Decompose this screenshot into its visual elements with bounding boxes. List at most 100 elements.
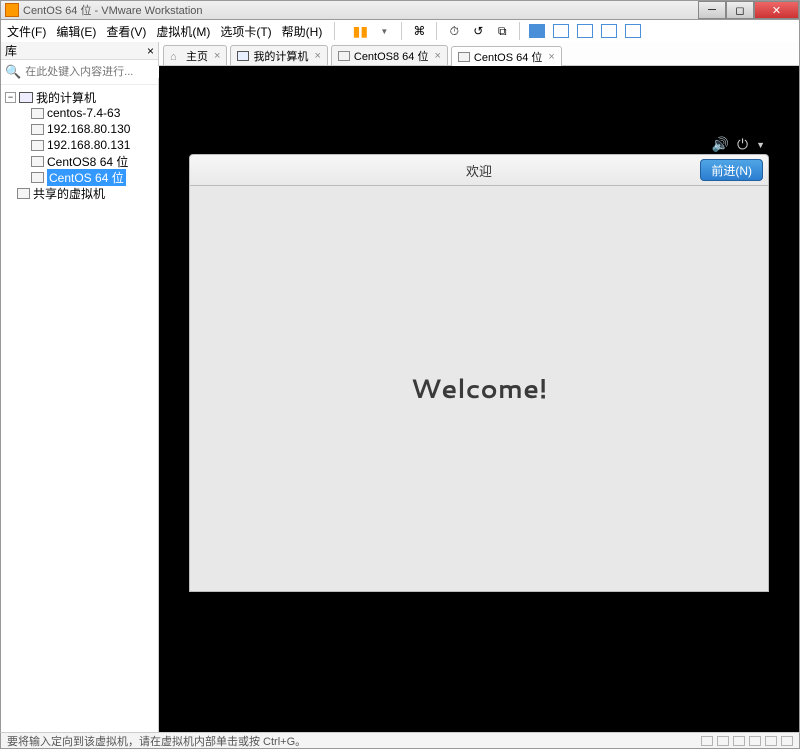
separator (519, 22, 520, 40)
content-area: ⌂ 主页 × 我的计算机 × CentOS8 64 位 × CentOS 64 … (159, 42, 799, 732)
guest-header-bar: 欢迎 前进(N) (189, 154, 769, 186)
main-area: 库 × 🔍 ▼ − 我的计算机 centos-7.4-63 192.168.80… (0, 42, 800, 732)
thumbnail-button[interactable] (600, 22, 618, 40)
collapse-icon[interactable]: − (5, 92, 16, 103)
vm-icon (31, 156, 44, 167)
sidebar: 库 × 🔍 ▼ − 我的计算机 centos-7.4-63 192.168.80… (1, 42, 159, 732)
tree-root-label: 我的计算机 (36, 89, 96, 106)
menu-vm[interactable]: 虚拟机(M) (156, 23, 210, 40)
device-icon[interactable] (733, 736, 745, 746)
guest-header-title: 欢迎 (466, 161, 492, 180)
maximize-button[interactable]: ◻ (726, 1, 754, 19)
vm-icon (31, 124, 44, 135)
tab-home[interactable]: ⌂ 主页 × (163, 45, 227, 65)
power-icon[interactable]: ⏻ (737, 136, 748, 153)
computer-icon (237, 51, 249, 61)
menu-tabs[interactable]: 选项卡(T) (220, 23, 271, 40)
vm-console[interactable]: 🔊 ⏻ ▼ 欢迎 前进(N) Welcome! (159, 66, 799, 732)
tab-centos-active[interactable]: CentOS 64 位 × (451, 46, 562, 66)
vm-icon (338, 51, 350, 61)
shared-icon (17, 188, 30, 199)
tree-vm-label: CentOS 64 位 (47, 169, 126, 186)
device-icon[interactable] (701, 736, 713, 746)
revert-button[interactable]: ↺ (469, 22, 487, 40)
window-title: CentOS 64 位 - VMware Workstation (23, 2, 203, 18)
sidebar-title: 库 (5, 42, 17, 59)
guest-screen: 🔊 ⏻ ▼ 欢迎 前进(N) Welcome! (189, 154, 769, 654)
snapshot-button[interactable]: ⏱ (445, 22, 463, 40)
computer-icon (19, 92, 33, 103)
snapshot-manager-button[interactable]: ⧉ (493, 22, 511, 40)
next-button-label: 前进(N) (711, 162, 752, 179)
close-button[interactable]: ✕ (754, 1, 799, 19)
fullscreen-button[interactable] (528, 22, 546, 40)
tree-vm-label: 192.168.80.130 (47, 122, 130, 136)
tree-vm-label: CentOS8 64 位 (47, 153, 128, 170)
tree-root-my-computer[interactable]: − 我的计算机 (3, 89, 156, 105)
device-icon[interactable] (765, 736, 777, 746)
app-icon (5, 3, 19, 17)
console-view-button[interactable] (576, 22, 594, 40)
sidebar-close-icon[interactable]: × (147, 44, 154, 58)
chevron-down-icon[interactable]: ▼ (756, 140, 765, 150)
vm-tree: − 我的计算机 centos-7.4-63 192.168.80.130 192… (1, 85, 158, 732)
welcome-heading: Welcome! (411, 371, 548, 407)
search-input[interactable] (25, 66, 167, 78)
power-menu-dropdown[interactable]: ▼ (375, 22, 393, 40)
tab-close-icon[interactable]: × (548, 51, 554, 63)
window-controls: ─ ◻ ✕ (698, 1, 799, 19)
status-text: 要将输入定向到该虚拟机，请在虚拟机内部单击或按 Ctrl+G。 (7, 733, 306, 749)
tree-vm-item[interactable]: 192.168.80.130 (3, 121, 156, 137)
separator (401, 22, 402, 40)
window-titlebar: CentOS 64 位 - VMware Workstation ─ ◻ ✕ (0, 0, 800, 20)
tree-vm-label: centos-7.4-63 (47, 106, 120, 120)
volume-icon[interactable]: 🔊 (712, 136, 729, 153)
sidebar-search: 🔍 ▼ (1, 60, 158, 85)
sidebar-header: 库 × (1, 42, 158, 60)
pause-button[interactable]: ▮▮ (351, 22, 369, 40)
tree-vm-item[interactable]: 192.168.80.131 (3, 137, 156, 153)
status-device-icons (701, 736, 793, 746)
search-icon: 🔍 (5, 64, 21, 80)
library-button[interactable] (624, 22, 642, 40)
tree-shared-vms[interactable]: 共享的虚拟机 (3, 185, 156, 201)
tab-close-icon[interactable]: × (214, 50, 220, 62)
vm-icon (31, 108, 44, 119)
vm-icon (31, 172, 44, 183)
menu-view[interactable]: 查看(V) (106, 23, 146, 40)
menu-file[interactable]: 文件(F) (7, 23, 46, 40)
tab-centos8[interactable]: CentOS8 64 位 × (331, 45, 448, 65)
tab-label: 我的计算机 (253, 48, 308, 64)
tab-bar: ⌂ 主页 × 我的计算机 × CentOS8 64 位 × CentOS 64 … (159, 42, 799, 66)
separator (436, 22, 437, 40)
status-bar: 要将输入定向到该虚拟机，请在虚拟机内部单击或按 Ctrl+G。 (0, 732, 800, 749)
tab-label: 主页 (186, 48, 208, 64)
tab-close-icon[interactable]: × (314, 50, 320, 62)
device-icon[interactable] (717, 736, 729, 746)
vm-icon (31, 140, 44, 151)
tab-label: CentOS8 64 位 (354, 48, 429, 64)
home-icon: ⌂ (170, 51, 182, 61)
tree-vm-label: 192.168.80.131 (47, 138, 130, 152)
device-icon[interactable] (781, 736, 793, 746)
tab-close-icon[interactable]: × (434, 50, 440, 62)
send-ctrl-alt-del-button[interactable]: ⌘ (410, 22, 428, 40)
tree-vm-item[interactable]: centos-7.4-63 (3, 105, 156, 121)
tree-vm-item[interactable]: CentOS8 64 位 (3, 153, 156, 169)
menubar: 文件(F) 编辑(E) 查看(V) 虚拟机(M) 选项卡(T) 帮助(H) ▮▮… (0, 20, 800, 42)
minimize-button[interactable]: ─ (698, 1, 726, 19)
guest-body: Welcome! (189, 186, 769, 592)
tab-label: CentOS 64 位 (474, 49, 542, 65)
toolbar: ▮▮ ▼ ⌘ ⏱ ↺ ⧉ (351, 22, 642, 40)
unity-button[interactable] (552, 22, 570, 40)
menu-edit[interactable]: 编辑(E) (56, 23, 96, 40)
separator (334, 22, 335, 40)
device-icon[interactable] (749, 736, 761, 746)
guest-system-tray: 🔊 ⏻ ▼ (712, 136, 765, 153)
tree-shared-label: 共享的虚拟机 (33, 185, 105, 202)
tree-vm-item-selected[interactable]: CentOS 64 位 (3, 169, 156, 185)
tab-my-computer[interactable]: 我的计算机 × (230, 45, 327, 65)
menu-help[interactable]: 帮助(H) (282, 23, 323, 40)
vm-icon (458, 52, 470, 62)
next-button[interactable]: 前进(N) (700, 159, 763, 181)
